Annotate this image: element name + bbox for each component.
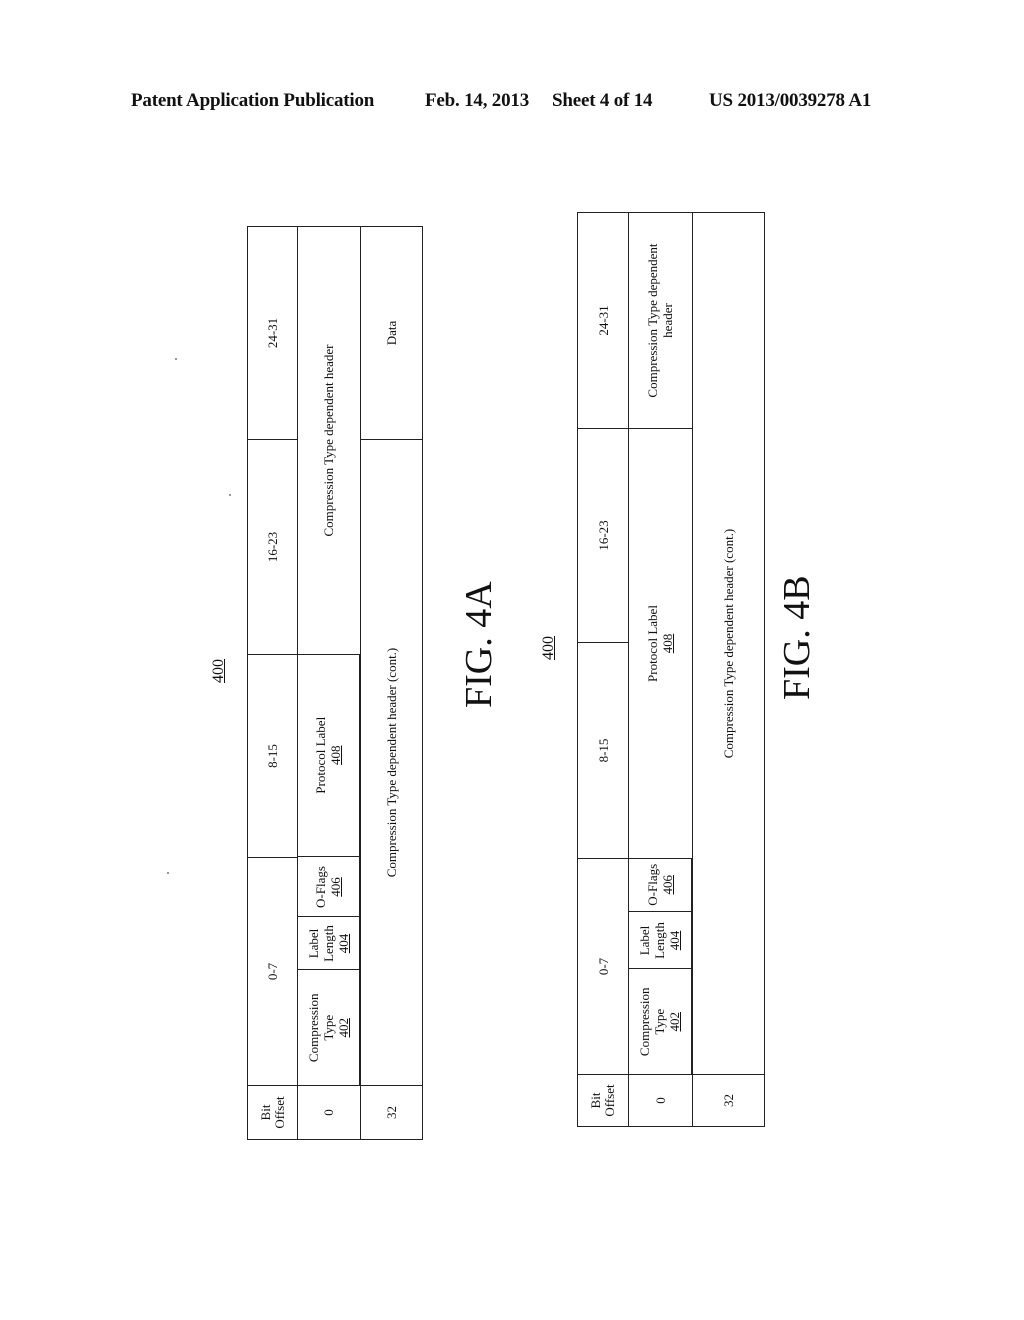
row0-subfields: Compression Type 402 Label Length 404 O-… [298, 654, 360, 1085]
fig4a-bit-table: Bit Offset 0-7 8-15 16-23 24-31 0 Compre… [247, 226, 423, 1140]
row-offset-32: 32 [360, 1085, 422, 1140]
scan-speck [167, 872, 169, 874]
scan-speck [175, 358, 177, 360]
field-label-length: Label Length 404 [298, 917, 359, 970]
header-bit-offset: Bit Offset [247, 1085, 298, 1140]
header-bits-24-31: 24-31 [577, 212, 629, 429]
field-ctdh-cont: Compression Type dependent header (cont.… [360, 439, 422, 1086]
field-compression-type: Compression Type 402 [629, 969, 691, 1074]
row0-first-fields: Compression Type 402 Label Length 404 O-… [297, 654, 360, 1086]
fig4b-bit-table: Bit Offset 0-7 8-15 16-23 24-31 0 Compre… [577, 212, 765, 1127]
field-compression-type-ref: 402 [335, 1018, 351, 1038]
row0-first-fields: Compression Type 402 Label Length 404 O-… [628, 858, 692, 1075]
field-o-flags-ref: 406 [328, 877, 344, 897]
field-protocol-label: Protocol Label 408 [298, 654, 359, 857]
header-bits-16-23: 16-23 [247, 439, 298, 655]
field-label-length-label: Label Length [305, 925, 336, 962]
row0-subfields: Compression Type 402 Label Length 404 O-… [629, 858, 692, 1074]
field-o-flags-label: O-Flags [644, 863, 660, 906]
header-bits-0-7: 0-7 [577, 858, 629, 1075]
sheet-number: Sheet 4 of 14 [552, 90, 653, 111]
field-data: Data [360, 226, 422, 440]
field-compression-type-ref: 402 [667, 1012, 683, 1032]
field-protocol-label-label: Protocol Label [313, 716, 329, 794]
field-compression-type: Compression Type 402 [298, 970, 359, 1085]
field-label-length-ref: 404 [335, 933, 351, 954]
fig4a-ref-400: 400 [210, 659, 227, 683]
field-o-flags: O-Flags 406 [629, 858, 691, 912]
fig4a-table-wrapper: Bit Offset 0-7 8-15 16-23 24-31 0 Compre… [247, 226, 423, 1140]
field-compression-type-label: Compression Type [637, 987, 668, 1057]
row-offset-32: 32 [692, 1074, 764, 1127]
field-label-length: Label Length 404 [629, 912, 691, 969]
field-label-length-label: Label Length [637, 922, 668, 959]
fig4b-ref-400: 400 [540, 636, 557, 660]
publication-date: Feb. 14, 2013 [425, 90, 530, 111]
field-o-flags-ref: 406 [659, 875, 675, 895]
row-offset-0: 0 [628, 1074, 692, 1127]
header-bits-8-15: 8-15 [577, 642, 629, 859]
header-bit-offset: Bit Offset [577, 1074, 629, 1127]
scan-speck [229, 494, 231, 496]
field-label-length-ref: 404 [667, 930, 683, 951]
publication-type: Patent Application Publication [131, 90, 375, 111]
publication-number: US 2013/0039278 A1 [709, 90, 872, 111]
row-offset-0: 0 [297, 1085, 360, 1140]
field-o-flags-label: O-Flags [313, 866, 329, 908]
field-protocol-label-ref: 408 [660, 633, 676, 654]
fig4a-caption: FIG. 4A [458, 581, 500, 708]
field-compression-type-label: Compression Type [305, 993, 336, 1063]
field-protocol-label-label: Protocol Label [645, 605, 661, 682]
field-ctdh-text: Compression Type dependent header [645, 243, 676, 398]
field-ctdh-cont: Compression Type dependent header (cont.… [692, 212, 764, 1075]
fig4b-caption: FIG. 4B [776, 575, 818, 700]
field-protocol-label-ref: 408 [328, 745, 344, 766]
field-ctdh: Compression Type dependent header [297, 226, 360, 655]
field-o-flags: O-Flags 406 [298, 857, 359, 917]
header-bits-24-31: 24-31 [247, 226, 298, 440]
field-protocol-label: Protocol Label 408 [628, 428, 692, 859]
header-bits-8-15: 8-15 [247, 654, 298, 858]
fig4b-table-wrapper: Bit Offset 0-7 8-15 16-23 24-31 0 Compre… [577, 212, 765, 1127]
field-ctdh: Compression Type dependent header [628, 212, 692, 429]
header-bits-0-7: 0-7 [247, 857, 298, 1086]
header-bits-16-23: 16-23 [577, 428, 629, 643]
